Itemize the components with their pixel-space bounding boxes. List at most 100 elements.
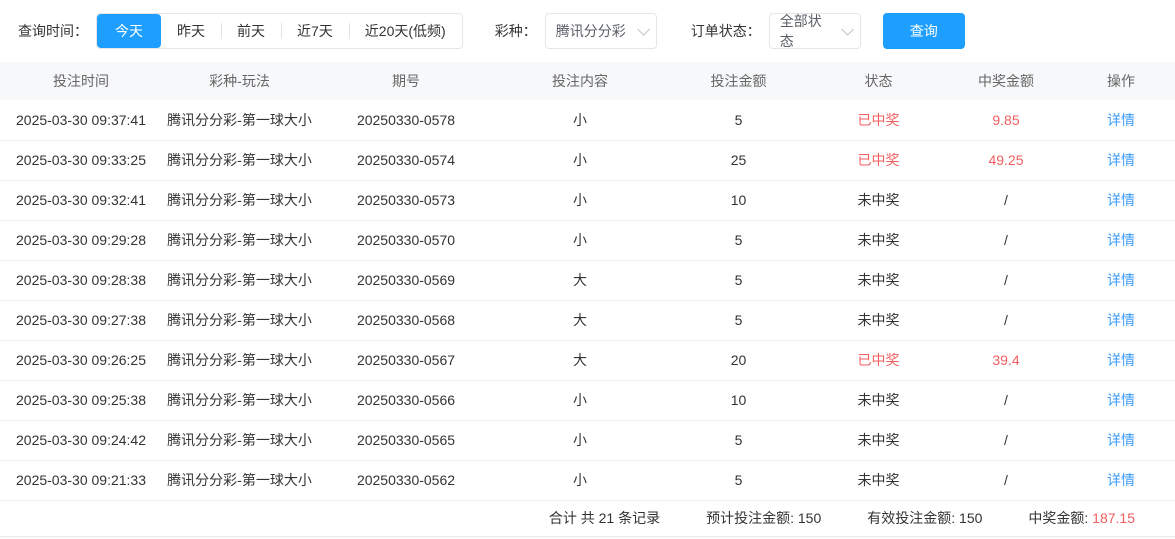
cell-actions: 详情 — [1067, 420, 1175, 461]
detail-link[interactable]: 详情 — [1107, 392, 1135, 408]
cell-game-play: 腾讯分分彩-第一球大小 — [162, 340, 317, 381]
cell-actions: 详情 — [1067, 140, 1175, 181]
detail-link[interactable]: 详情 — [1107, 152, 1135, 168]
cell-game-play: 腾讯分分彩-第一球大小 — [162, 220, 317, 261]
summary-bar: 合计 共 21 条记录 预计投注金额: 150 有效投注金额: 150 中奖金额… — [0, 500, 1175, 537]
cell-win-amount: 39.4 — [945, 340, 1067, 381]
cell-status: 已中奖 — [812, 100, 945, 141]
cell-issue: 20250330-0578 — [317, 100, 495, 141]
cell-status: 未中奖 — [812, 180, 945, 221]
cell-bet-time: 2025-03-30 09:32:41 — [0, 180, 162, 221]
order-status-label: 订单状态： — [690, 23, 761, 39]
cell-bet-time: 2025-03-30 09:27:38 — [0, 300, 162, 341]
cell-win-amount: 49.25 — [945, 140, 1067, 181]
detail-link[interactable]: 详情 — [1107, 432, 1135, 448]
cell-status: 未中奖 — [812, 420, 945, 461]
cell-bet-content: 小 — [495, 180, 665, 221]
cell-actions: 详情 — [1067, 100, 1175, 141]
detail-link[interactable]: 详情 — [1107, 312, 1135, 328]
cell-bet-content: 小 — [495, 380, 665, 421]
lottery-select[interactable]: 腾讯分分彩 — [544, 13, 657, 49]
cell-bet-amount: 10 — [665, 180, 812, 221]
cell-issue: 20250330-0562 — [317, 460, 495, 501]
cell-status: 未中奖 — [812, 380, 945, 421]
cell-bet-content: 大 — [495, 260, 665, 301]
time-option[interactable]: 近20天(低频) — [348, 14, 462, 48]
header-bet-time: 投注时间 — [0, 62, 162, 100]
cell-bet-content: 大 — [495, 300, 665, 341]
table-row: 2025-03-30 09:32:41 腾讯分分彩-第一球大小 20250330… — [0, 180, 1175, 221]
cell-bet-amount: 5 — [665, 420, 812, 461]
detail-link[interactable]: 详情 — [1107, 352, 1135, 368]
cell-win-amount: / — [945, 180, 1067, 221]
cell-bet-amount: 25 — [665, 140, 812, 181]
cell-bet-amount: 5 — [665, 260, 812, 301]
cell-status: 未中奖 — [812, 460, 945, 501]
cell-bet-time: 2025-03-30 09:21:33 — [0, 460, 162, 501]
header-actions: 操作 — [1067, 62, 1175, 100]
time-option[interactable]: 昨天 — [161, 14, 221, 48]
summary-valid-amount: 有效投注金额: 150 — [867, 510, 983, 526]
cell-actions: 详情 — [1067, 220, 1175, 261]
summary-total-records: 合计 共 21 条记录 — [548, 510, 661, 526]
lottery-select-value: 腾讯分分彩 — [555, 23, 626, 39]
cell-issue: 20250330-0565 — [317, 420, 495, 461]
cell-actions: 详情 — [1067, 380, 1175, 421]
detail-link[interactable]: 详情 — [1107, 192, 1135, 208]
table-body: 2025-03-30 09:37:41 腾讯分分彩-第一球大小 20250330… — [0, 100, 1175, 501]
search-button[interactable]: 查询 — [882, 13, 965, 49]
header-status: 状态 — [812, 62, 945, 100]
time-option[interactable]: 今天 — [97, 14, 161, 48]
summary-win-amount: 中奖金额: 187.15 — [1028, 508, 1135, 528]
lottery-label: 彩种： — [494, 23, 537, 39]
cell-game-play: 腾讯分分彩-第一球大小 — [162, 380, 317, 421]
cell-win-amount: / — [945, 300, 1067, 341]
filter-bar: 查询时间： 今天 昨天 前天 近7天 近20天(低频) 彩种： 腾讯分分彩 订单状态： … — [0, 0, 1175, 62]
cell-status: 未中奖 — [812, 300, 945, 341]
cell-issue: 20250330-0568 — [317, 300, 495, 341]
cell-game-play: 腾讯分分彩-第一球大小 — [162, 420, 317, 461]
cell-actions: 详情 — [1067, 340, 1175, 381]
cell-game-play: 腾讯分分彩-第一球大小 — [162, 180, 317, 221]
order-status-select[interactable]: 全部状态 — [768, 13, 861, 49]
cell-bet-content: 大 — [495, 340, 665, 381]
cell-issue: 20250330-0573 — [317, 180, 495, 221]
cell-win-amount: / — [945, 260, 1067, 301]
cell-win-amount: 9.85 — [945, 100, 1067, 141]
table-row: 2025-03-30 09:29:28 腾讯分分彩-第一球大小 20250330… — [0, 220, 1175, 261]
cell-bet-time: 2025-03-30 09:29:28 — [0, 220, 162, 261]
table-row: 2025-03-30 09:26:25 腾讯分分彩-第一球大小 20250330… — [0, 340, 1175, 381]
detail-link[interactable]: 详情 — [1107, 472, 1135, 488]
cell-win-amount: / — [945, 380, 1067, 421]
cell-game-play: 腾讯分分彩-第一球大小 — [162, 300, 317, 341]
cell-bet-content: 小 — [495, 420, 665, 461]
cell-actions: 详情 — [1067, 180, 1175, 221]
table-row: 2025-03-30 09:28:38 腾讯分分彩-第一球大小 20250330… — [0, 260, 1175, 301]
cell-issue: 20250330-0566 — [317, 380, 495, 421]
time-option[interactable]: 前天 — [221, 14, 281, 48]
cell-bet-time: 2025-03-30 09:24:42 — [0, 420, 162, 461]
time-option[interactable]: 近7天 — [281, 14, 349, 48]
header-game-play: 彩种-玩法 — [162, 62, 317, 100]
detail-link[interactable]: 详情 — [1107, 272, 1135, 288]
cell-status: 已中奖 — [812, 140, 945, 181]
table-row: 2025-03-30 09:27:38 腾讯分分彩-第一球大小 20250330… — [0, 300, 1175, 341]
header-bet-amount: 投注金额 — [665, 62, 812, 100]
cell-status: 未中奖 — [812, 260, 945, 301]
cell-bet-amount: 5 — [665, 100, 812, 141]
bet-records-table: 投注时间 彩种-玩法 期号 投注内容 投注金额 状态 中奖金额 操作 2025-… — [0, 62, 1175, 501]
chevron-down-icon — [636, 22, 650, 36]
detail-link[interactable]: 详情 — [1107, 232, 1135, 248]
detail-link[interactable]: 详情 — [1107, 112, 1135, 128]
cell-issue: 20250330-0567 — [317, 340, 495, 381]
cell-bet-amount: 20 — [665, 340, 812, 381]
cell-bet-time: 2025-03-30 09:28:38 — [0, 260, 162, 301]
cell-bet-time: 2025-03-30 09:33:25 — [0, 140, 162, 181]
table-row: 2025-03-30 09:33:25 腾讯分分彩-第一球大小 20250330… — [0, 140, 1175, 181]
query-time-label: 查询时间： — [18, 23, 88, 39]
cell-bet-amount: 10 — [665, 380, 812, 421]
table-header-row: 投注时间 彩种-玩法 期号 投注内容 投注金额 状态 中奖金额 操作 — [0, 62, 1175, 100]
time-range-group: 今天 昨天 前天 近7天 近20天(低频) — [96, 13, 463, 49]
table-row: 2025-03-30 09:25:38 腾讯分分彩-第一球大小 20250330… — [0, 380, 1175, 421]
cell-game-play: 腾讯分分彩-第一球大小 — [162, 140, 317, 181]
